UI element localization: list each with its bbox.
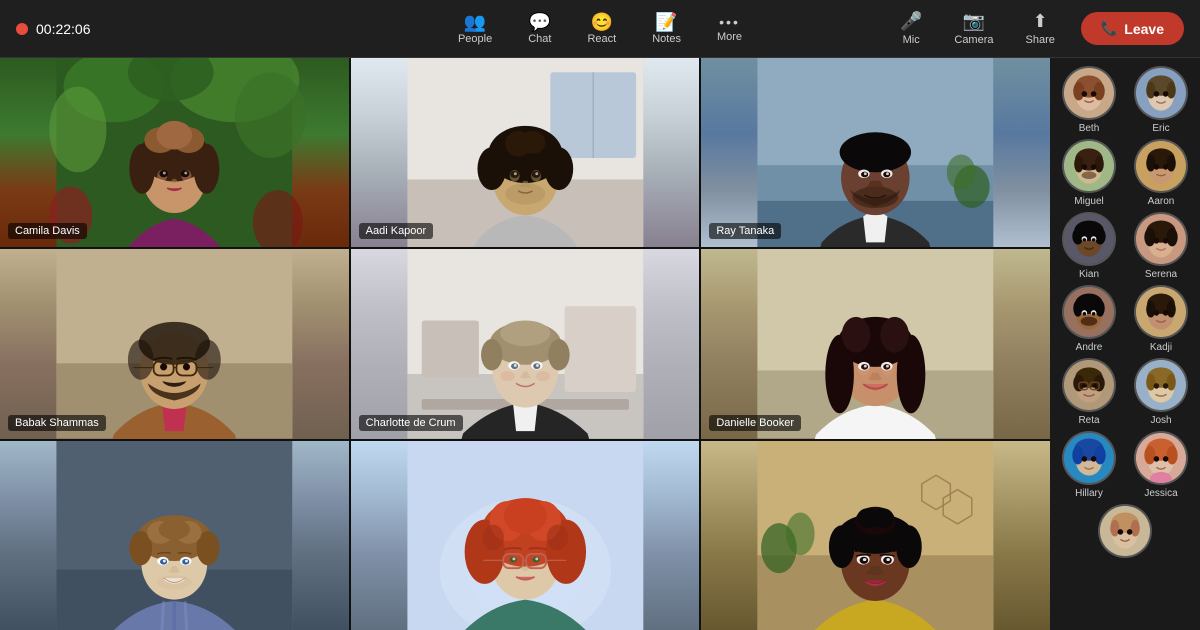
avatar-andre[interactable] (1062, 285, 1116, 339)
nav-react-label: React (587, 33, 616, 45)
react-icon: 😊 (591, 13, 613, 31)
sidebar-name-andre: Andre (1076, 342, 1103, 354)
sidebar-participant-hillary[interactable]: Hillary (1056, 431, 1122, 500)
name-tag-aadi: Aadi Kapoor (359, 223, 434, 239)
sidebar-participant-jessica[interactable]: Jessica (1128, 431, 1194, 500)
timer-area: 00:22:06 (16, 21, 91, 37)
share-icon: ⬆ (1033, 11, 1048, 32)
people-icon: 👥 (464, 13, 486, 31)
sidebar-name-josh: Josh (1150, 415, 1171, 427)
chat-icon: 💬 (529, 13, 551, 31)
nav-more-label: More (717, 31, 742, 43)
avatar-kadji[interactable] (1134, 285, 1188, 339)
nav-chat[interactable]: 💬 Chat (510, 7, 569, 51)
camera-icon: 📷 (963, 11, 985, 32)
avatar-reta[interactable] (1062, 358, 1116, 412)
leave-button[interactable]: 📞 Leave (1081, 12, 1184, 45)
sidebar-name-beth: Beth (1079, 123, 1100, 135)
sidebar-name-aaron: Aaron (1148, 196, 1175, 208)
avatar-kian[interactable] (1062, 212, 1116, 266)
nav-people-label: People (458, 33, 492, 45)
nav-react[interactable]: 😊 React (569, 7, 634, 51)
sidebar-row-5: Reta (1056, 358, 1194, 427)
sidebar-participant-serena[interactable]: Serena (1128, 212, 1194, 281)
sidebar-participant-eric[interactable]: Eric (1128, 66, 1194, 135)
camera-button[interactable]: 📷 Camera (940, 5, 1007, 52)
avatar-serena[interactable] (1134, 212, 1188, 266)
name-tag-danielle: Danielle Booker (709, 415, 801, 431)
mic-label: Mic (903, 34, 920, 46)
video-cell-ray[interactable]: Ray Tanaka (701, 58, 1050, 247)
sidebar-row-1: Beth (1056, 66, 1194, 135)
sidebar-name-miguel: Miguel (1074, 196, 1103, 208)
video-cell-camila[interactable]: Camila Davis (0, 58, 349, 247)
avatar-beth[interactable] (1062, 66, 1116, 120)
more-icon: ••• (719, 15, 740, 29)
nav-notes-label: Notes (652, 33, 681, 45)
video-cell-babak[interactable]: Babak Shammas (0, 249, 349, 438)
share-label: Share (1026, 34, 1055, 46)
avatar-josh[interactable] (1134, 358, 1188, 412)
video-cell-avatar2[interactable] (701, 441, 1050, 630)
sidebar-row-3: Kian (1056, 212, 1194, 281)
timer-display: 00:22:06 (36, 21, 91, 37)
name-tag-camila: Camila Davis (8, 223, 87, 239)
video-cell-user3[interactable] (0, 441, 349, 630)
sidebar-row-7 (1056, 504, 1194, 558)
nav-more[interactable]: ••• More (699, 9, 760, 49)
mic-icon: 🎤 (900, 11, 922, 32)
sidebar-name-serena: Serena (1145, 269, 1177, 281)
sidebar-participant-kian[interactable]: Kian (1056, 212, 1122, 281)
top-bar: 00:22:06 👥 People 💬 Chat 😊 React 📝 Notes… (0, 0, 1200, 58)
sidebar-participant-beth[interactable]: Beth (1056, 66, 1122, 135)
video-cell-charlotte[interactable]: Charlotte de Crum (351, 249, 700, 438)
leave-phone-icon: 📞 (1101, 20, 1118, 37)
avatar-hillary[interactable] (1062, 431, 1116, 485)
sidebar-participant-reta[interactable]: Reta (1056, 358, 1122, 427)
recording-indicator (16, 23, 28, 35)
video-cell-danielle[interactable]: Danielle Booker (701, 249, 1050, 438)
avatar-more[interactable] (1098, 504, 1152, 558)
video-cell-avatar1[interactable] (351, 441, 700, 630)
avatar-miguel[interactable] (1062, 139, 1116, 193)
sidebar-row-6: Hillary (1056, 431, 1194, 500)
sidebar-participant-miguel[interactable]: Miguel (1056, 139, 1122, 208)
avatar-aaron[interactable] (1134, 139, 1188, 193)
sidebar-name-hillary: Hillary (1075, 488, 1103, 500)
sidebar-participant-josh[interactable]: Josh (1128, 358, 1194, 427)
sidebar-name-reta: Reta (1078, 415, 1099, 427)
sidebar-name-kadji: Kadji (1150, 342, 1172, 354)
sidebar-name-kian: Kian (1079, 269, 1099, 281)
name-tag-babak: Babak Shammas (8, 415, 106, 431)
sidebar-row-2: Miguel (1056, 139, 1194, 208)
avatar-eric[interactable] (1134, 66, 1188, 120)
sidebar-name-eric: Eric (1152, 123, 1169, 135)
nav-people[interactable]: 👥 People (440, 7, 510, 51)
sidebar-name-jessica: Jessica (1144, 488, 1177, 500)
sidebar-participant-aaron[interactable]: Aaron (1128, 139, 1194, 208)
sidebar-participant-kadji[interactable]: Kadji (1128, 285, 1194, 354)
sidebar-participants: Beth (1050, 58, 1200, 630)
share-button[interactable]: ⬆ Share (1012, 5, 1069, 52)
avatar-jessica[interactable] (1134, 431, 1188, 485)
leave-label: Leave (1124, 21, 1164, 37)
nav-chat-label: Chat (528, 33, 551, 45)
video-grid: Camila Davis (0, 58, 1050, 630)
video-cell-aadi[interactable]: Aadi Kapoor (351, 58, 700, 247)
nav-notes[interactable]: 📝 Notes (634, 7, 699, 51)
name-tag-ray: Ray Tanaka (709, 223, 781, 239)
main-content: Camila Davis (0, 58, 1200, 630)
mic-button[interactable]: 🎤 Mic (886, 5, 936, 52)
notes-icon: 📝 (655, 13, 677, 31)
sidebar-row-4: Andre (1056, 285, 1194, 354)
sidebar-participant-andre[interactable]: Andre (1056, 285, 1122, 354)
nav-bar: 👥 People 💬 Chat 😊 React 📝 Notes ••• More (440, 7, 760, 51)
right-controls: 🎤 Mic 📷 Camera ⬆ Share 📞 Leave (886, 5, 1184, 52)
name-tag-charlotte: Charlotte de Crum (359, 415, 463, 431)
camera-label: Camera (954, 34, 993, 46)
sidebar-participant-more[interactable] (1056, 504, 1194, 558)
